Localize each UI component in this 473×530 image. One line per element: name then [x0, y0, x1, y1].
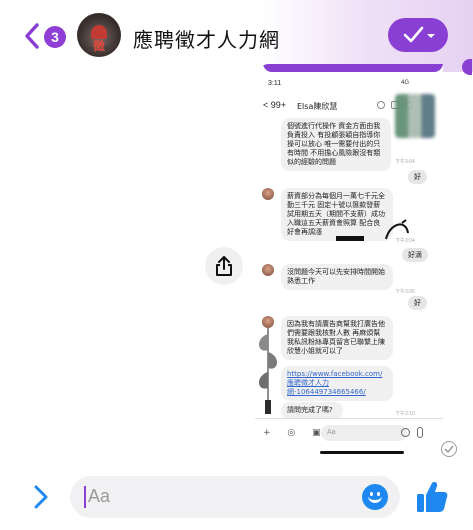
thumbs-up-icon[interactable]	[416, 480, 448, 514]
expand-chevron-icon[interactable]	[33, 484, 49, 510]
message-link[interactable]: https://www.facebook.com/應聘徵才人力網-1064497…	[287, 370, 382, 396]
screenshot-network: 4G	[401, 80, 410, 86]
screenshot-top-bubble	[263, 64, 443, 72]
screenshot-message: 沒問題今天可以先安排時間開始熟悉工作	[281, 264, 393, 290]
message-text: 因為我有請廣告商幫我打廣告他們需要跟我核對人數 再麻煩幫我私訊粉絲專頁留言已聯繫…	[287, 320, 385, 355]
screenshot-blurred-avatar	[395, 94, 435, 138]
scribble-mark	[385, 219, 409, 240]
reply-bubble: 好滴	[402, 248, 428, 262]
chat-header: 3 徵 應聘徵才人力網	[0, 0, 473, 72]
shared-screenshot-image[interactable]: 3:11 4G < 99+ Elsa陳欣慧 個號進行代操作 資金方面由我負責投入…	[255, 64, 443, 448]
share-button[interactable]	[205, 247, 243, 285]
screenshot-message: 個號進行代操作 資金方面由我負責投入 有投顧張穎自指導你操可以放心 唯一需要付出…	[281, 118, 391, 171]
message-time: 下午3:10	[395, 411, 415, 417]
unread-count-badge: 3	[44, 26, 66, 48]
message-text: 沒問題今天可以先安排時間開始熟悉工作	[287, 268, 385, 285]
screenshot-composer: + ◎ ▣ ♪ Aa	[255, 418, 443, 448]
share-icon	[216, 256, 232, 276]
sender-avatar	[262, 264, 274, 276]
message-input[interactable]	[70, 476, 400, 518]
text-cursor	[84, 486, 86, 508]
check-icon	[403, 26, 435, 43]
previous-sent-bubble-edge	[462, 59, 472, 75]
contact-name[interactable]: 應聘徵才人力網	[133, 24, 280, 53]
reply-bubble: 好	[408, 170, 427, 184]
redaction-bar	[336, 236, 364, 241]
screenshot-composer-field: Aa	[321, 425, 407, 441]
screenshot-message: 薪資部分為每個月一萬七千元全勤三千元 固定十號以匯款發薪 試用期五天（期間不支薪…	[281, 188, 393, 241]
message-text: 個號進行代操作 資金方面由我負責投入 有投顧張穎自指導你操可以放心 唯一需要付出…	[287, 122, 381, 166]
back-button[interactable]	[22, 22, 42, 50]
screenshot-link-message: https://www.facebook.com/應聘徵才人力網-1064497…	[281, 366, 393, 401]
message-input-placeholder: Aa	[88, 486, 111, 506]
contact-avatar[interactable]: 徵	[77, 13, 121, 57]
messenger-chat-screen: 3 徵 應聘徵才人力網 3:11 4G < 99+ Elsa陳欣慧 個號進行代操…	[0, 0, 473, 530]
screenshot-home-indicator	[320, 451, 404, 454]
screenshot-message: 因為我有請廣告商幫我打廣告他們需要跟我核對人數 再麻煩幫我私訊粉絲專頁留言已聯繫…	[281, 316, 393, 360]
screenshot-call-icon	[377, 101, 385, 109]
screenshot-clock: 3:11	[268, 80, 282, 87]
reply-bubble: 好	[408, 296, 427, 310]
screenshot-emoji-icon	[401, 428, 410, 437]
sender-avatar	[262, 316, 274, 328]
seen-check-icon	[444, 445, 454, 453]
screenshot-back-count: < 99+	[263, 100, 287, 110]
message-text: 薪資部分為每個月一萬七千元全勤三千元 固定十號以匯款發薪 試用期五天（期間不支薪…	[287, 192, 385, 236]
screenshot-message: 請問完成了嗎?	[281, 402, 343, 419]
screenshot-mic-icon	[417, 427, 423, 438]
sender-avatar	[262, 188, 274, 200]
plant-decoration	[258, 324, 278, 414]
back-icon	[25, 23, 39, 49]
message-text: 請問完成了嗎?	[287, 406, 333, 414]
message-time: 下午3:04	[395, 159, 415, 165]
avatar-logo-text: 徵	[92, 39, 105, 53]
emoji-mouth	[368, 495, 382, 503]
mark-done-button[interactable]	[388, 18, 448, 52]
emoji-icon[interactable]	[362, 484, 388, 510]
message-time: 下午3:05	[395, 289, 415, 295]
screenshot-contact-name: Elsa陳欣慧	[297, 102, 338, 111]
seen-indicator	[441, 441, 457, 457]
